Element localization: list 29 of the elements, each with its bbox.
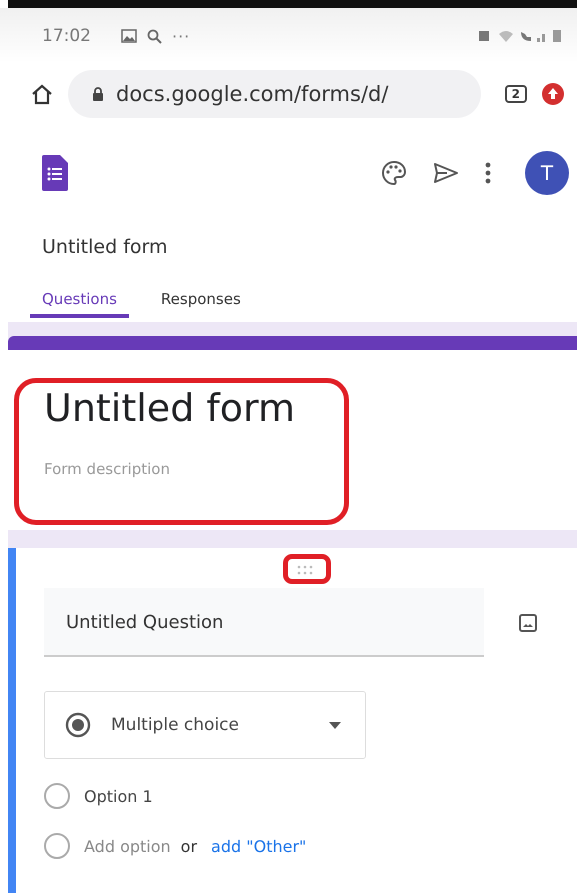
or-label: or [180, 836, 198, 856]
highlight-outline [283, 554, 331, 584]
tab[interactable]: Responses [148, 282, 253, 318]
upload-icon[interactable] [541, 82, 565, 106]
radio-button[interactable] [44, 783, 70, 809]
send-icon[interactable] [433, 162, 459, 184]
address-bar[interactable]: docs.google.com/forms/d/ [68, 70, 481, 118]
account-avatar[interactable]: T [525, 151, 569, 195]
radio-selected-icon [65, 712, 91, 738]
palette-icon[interactable] [381, 160, 407, 186]
more-notifications: ··· [172, 26, 190, 46]
image-icon[interactable] [518, 612, 538, 632]
tab[interactable]: Questions [30, 282, 129, 318]
caret-icon [329, 722, 341, 728]
search-icon [147, 28, 162, 44]
forms-logo-icon [42, 155, 68, 191]
image-icon [121, 29, 137, 43]
question-title-field[interactable]: Untitled Question [44, 588, 484, 657]
option-label[interactable]: Option 1 [84, 786, 153, 806]
lock-icon [92, 87, 104, 101]
status-time: 17:02 [42, 26, 91, 46]
form-title[interactable]: Untitled form [44, 350, 577, 430]
form-name: Untitled form [41, 235, 168, 260]
tab-count-button[interactable]: 2 [504, 85, 527, 103]
add-option-field[interactable]: Add option [84, 836, 171, 856]
home-icon[interactable] [30, 83, 54, 105]
add-other-link[interactable]: add "Other" [211, 836, 306, 856]
question-type-dropdown[interactable]: Multiple choice [44, 691, 366, 759]
more-menu-icon[interactable] [485, 162, 491, 184]
